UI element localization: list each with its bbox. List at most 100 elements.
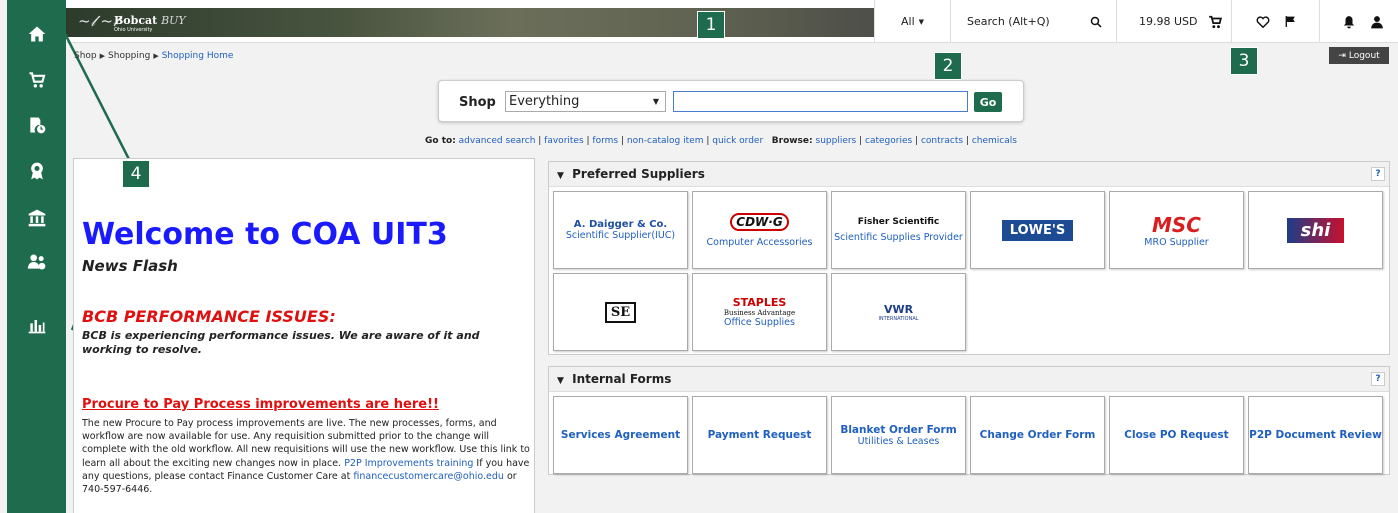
orders-icon[interactable] bbox=[7, 103, 66, 147]
cart-icon[interactable] bbox=[7, 58, 66, 102]
bcb-alert-title: BCB PERFORMANCE ISSUES: bbox=[82, 307, 336, 326]
quick-search[interactable]: Search (Alt+Q) bbox=[950, 0, 1116, 43]
favorites-flags bbox=[1231, 0, 1319, 43]
preferred-suppliers-header[interactable]: ▼ Preferred Suppliers ? bbox=[549, 162, 1389, 187]
brand-name: Bobcat bbox=[114, 14, 158, 27]
supplier-tile-daigger[interactable]: A. Daigger & Co. Scientific Supplier(IUC… bbox=[553, 191, 688, 269]
supplier-tile-shi[interactable]: shi bbox=[1248, 191, 1383, 269]
breadcrumb-shopping[interactable]: Shopping bbox=[108, 51, 150, 61]
left-sidebar bbox=[7, 0, 66, 513]
supplier-logo-sub: Business Advantage bbox=[723, 309, 796, 317]
supplier-tile-fisher[interactable]: Fisher Scientific Scientific Supplies Pr… bbox=[831, 191, 966, 269]
breadcrumb-shopping-home[interactable]: Shopping Home bbox=[162, 51, 234, 61]
preferred-suppliers-title: Preferred Suppliers bbox=[572, 167, 705, 181]
form-tile-services-agreement[interactable]: Services Agreement bbox=[553, 396, 688, 474]
supplier-logo: A. Daigger & Co. bbox=[573, 219, 668, 230]
form-tile-label: Change Order Form bbox=[979, 429, 1096, 441]
form-tile-sublabel: Utilities & Leases bbox=[857, 435, 940, 447]
supplier-tile-msc[interactable]: MSC MRO Supplier bbox=[1109, 191, 1244, 269]
shop-search-input[interactable] bbox=[673, 91, 968, 112]
supplier-logo: MSC bbox=[1152, 212, 1201, 237]
callout-badge-2: 2 bbox=[934, 52, 962, 80]
caret-down-icon: ▼ bbox=[918, 17, 925, 26]
form-tile-label: Services Agreement bbox=[560, 429, 681, 441]
logout-label: Logout bbox=[1348, 50, 1380, 61]
heart-icon[interactable] bbox=[1256, 15, 1270, 29]
shop-scope-select[interactable]: Everything ▼ bbox=[505, 91, 666, 112]
supplier-tile-cdwg[interactable]: CDW·G Computer Accessories bbox=[692, 191, 827, 269]
callout-badge-1: 1 bbox=[697, 11, 725, 39]
logout-icon: ⇥ bbox=[1338, 50, 1346, 61]
shop-search-box: Shop Everything ▼ Go bbox=[438, 80, 1024, 122]
goto-links: Go to: advanced search | favorites | for… bbox=[425, 136, 1017, 146]
suppliers-link[interactable]: suppliers bbox=[816, 136, 857, 146]
breadcrumb-shop[interactable]: Shop bbox=[74, 51, 97, 61]
form-tile-close-po[interactable]: Close PO Request bbox=[1109, 396, 1244, 474]
shop-scope-value: Everything bbox=[509, 94, 580, 109]
contracts-link[interactable]: contracts bbox=[921, 136, 963, 146]
supplier-logo: SE bbox=[604, 301, 637, 323]
supplier-label: MRO Supplier bbox=[1144, 236, 1209, 248]
goto-label: Go to: bbox=[425, 136, 456, 146]
home-icon[interactable] bbox=[7, 12, 66, 56]
brand-suffix: BUY bbox=[161, 14, 186, 27]
news-panel: Welcome to COA UIT3 News Flash BCB PERFO… bbox=[73, 158, 535, 513]
search-icon[interactable] bbox=[1090, 16, 1102, 28]
finance-email-link[interactable]: financecustomercare@ohio.edu bbox=[353, 471, 504, 482]
breadcrumb-separator-icon: ▶ bbox=[99, 52, 106, 60]
form-tile-change-order[interactable]: Change Order Form bbox=[970, 396, 1105, 474]
quick-order-link[interactable]: quick order bbox=[712, 136, 763, 146]
welcome-heading: Welcome to COA UIT3 bbox=[82, 217, 448, 252]
bank-icon[interactable] bbox=[7, 196, 66, 240]
shop-label: Shop bbox=[459, 95, 496, 110]
p2p-text: The new Procure to Pay process improveme… bbox=[82, 417, 530, 496]
supplier-logo: Fisher Scientific bbox=[857, 217, 940, 227]
search-scope-dropdown[interactable]: All ▼ bbox=[874, 0, 950, 43]
supplier-label: Office Supplies bbox=[724, 317, 795, 328]
supplier-logo: STAPLES bbox=[732, 296, 787, 309]
users-icon[interactable] bbox=[7, 240, 66, 284]
bcb-alert-text: BCB is experiencing performance issues. … bbox=[82, 329, 480, 356]
forms-link[interactable]: forms bbox=[592, 136, 618, 146]
callout-badge-3: 3 bbox=[1230, 47, 1258, 75]
breadcrumb: Shop ▶ Shopping ▶ Shopping Home bbox=[74, 51, 233, 61]
supplier-logo: LOWE'S bbox=[1001, 219, 1074, 241]
logout-button[interactable]: ⇥ Logout bbox=[1329, 47, 1389, 64]
go-button[interactable]: Go bbox=[974, 92, 1002, 112]
form-tile-payment-request[interactable]: Payment Request bbox=[692, 396, 827, 474]
supplier-tile-se[interactable]: SE bbox=[553, 273, 688, 351]
caret-down-icon: ▼ bbox=[652, 97, 659, 106]
supplier-tile-lowes[interactable]: LOWE'S bbox=[970, 191, 1105, 269]
p2p-training-link[interactable]: P2P Improvements training bbox=[344, 458, 473, 469]
form-tile-blanket-order[interactable]: Blanket Order Form Utilities & Leases bbox=[831, 396, 966, 474]
banner: ~𝓁 ~𝓁 Bobcat BUY Ohio University bbox=[66, 8, 874, 37]
form-tile-label: P2P Document Review bbox=[1249, 429, 1382, 441]
help-icon[interactable]: ? bbox=[1371, 372, 1385, 386]
bobcat-buy-logo[interactable]: Bobcat BUY Ohio University bbox=[114, 14, 186, 33]
supplier-label: Scientific Supplier(IUC) bbox=[565, 230, 676, 241]
advanced-search-link[interactable]: advanced search bbox=[459, 136, 536, 146]
cart-summary[interactable]: 19.98 USD bbox=[1116, 0, 1231, 43]
quick-search-input[interactable]: Search (Alt+Q) bbox=[967, 15, 1050, 28]
form-tile-label: Payment Request bbox=[707, 429, 812, 441]
non-catalog-item-link[interactable]: non-catalog item bbox=[627, 136, 704, 146]
chart-icon[interactable] bbox=[7, 303, 66, 347]
bell-icon[interactable] bbox=[1342, 15, 1356, 29]
supplier-tile-staples[interactable]: STAPLES Business Advantage Office Suppli… bbox=[692, 273, 827, 351]
flag-icon[interactable] bbox=[1284, 15, 1297, 28]
help-icon[interactable]: ? bbox=[1371, 167, 1385, 181]
supplier-tile-vwr[interactable]: VWR INTERNATIONAL bbox=[831, 273, 966, 351]
news-flash-heading: News Flash bbox=[82, 257, 178, 275]
user-icon[interactable] bbox=[1370, 15, 1384, 29]
categories-link[interactable]: categories bbox=[865, 136, 912, 146]
form-tile-p2p-review[interactable]: P2P Document Review bbox=[1248, 396, 1383, 474]
supplier-label: Scientific Supplies Provider bbox=[834, 232, 963, 243]
browse-label: Browse: bbox=[771, 136, 813, 146]
top-bar: ~𝓁 ~𝓁 Bobcat BUY Ohio University All ▼ S… bbox=[66, 0, 1398, 43]
preferred-suppliers-panel: ▼ Preferred Suppliers ? A. Daigger & Co.… bbox=[548, 161, 1390, 355]
supplier-label: Computer Accessories bbox=[706, 236, 813, 248]
chemicals-link[interactable]: chemicals bbox=[972, 136, 1017, 146]
internal-forms-header[interactable]: ▼ Internal Forms ? bbox=[549, 367, 1389, 392]
favorites-link[interactable]: favorites bbox=[544, 136, 583, 146]
award-icon[interactable] bbox=[7, 149, 66, 193]
